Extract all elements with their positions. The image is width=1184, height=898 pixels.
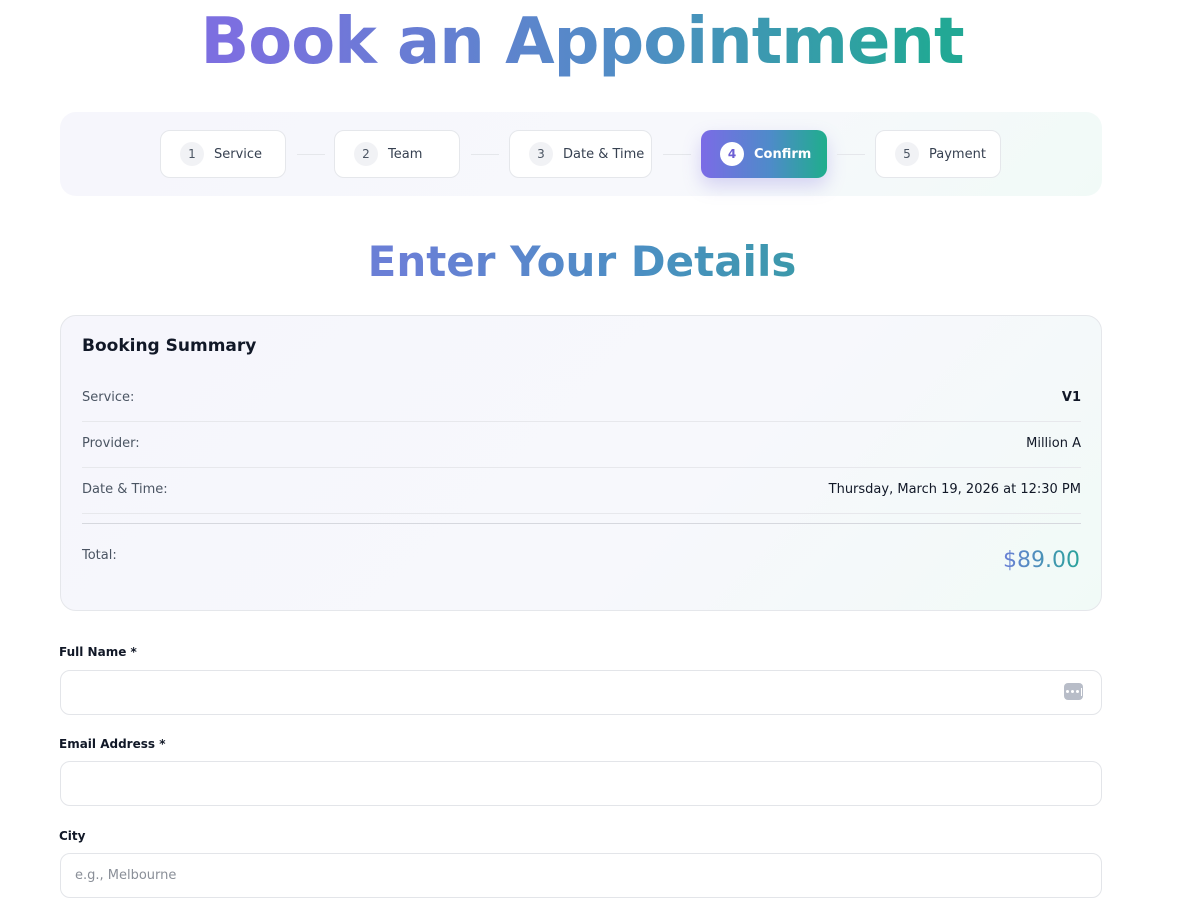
- summary-title: Booking Summary: [82, 336, 257, 356]
- summary-row-date-time: Date & Time: Thursday, March 19, 2026 at…: [82, 468, 1081, 514]
- email-label: Email Address *: [59, 737, 166, 751]
- step-team[interactable]: 2 Team: [334, 130, 460, 178]
- step-label: Service: [214, 146, 263, 162]
- step-number: 1: [180, 142, 204, 166]
- password-manager-icon[interactable]: [1064, 683, 1083, 700]
- booking-stepper: 1 Service 2 Team 3 Date & Time 4 Confirm…: [60, 112, 1102, 196]
- summary-row-label: Service:: [82, 390, 135, 405]
- summary-row-service: Service: V1: [82, 376, 1081, 422]
- step-service[interactable]: 1 Service: [160, 130, 286, 178]
- total-value: $89.00: [1003, 548, 1080, 573]
- step-number: 2: [354, 142, 378, 166]
- step-number: 4: [720, 142, 744, 166]
- summary-row-provider: Provider: Million A: [82, 422, 1081, 468]
- step-connector: [297, 154, 325, 155]
- step-number: 5: [895, 142, 919, 166]
- booking-summary-card: Booking Summary Service: V1 Provider: Mi…: [60, 315, 1102, 611]
- step-confirm[interactable]: 4 Confirm: [701, 130, 827, 178]
- page-title: Book an Appointment: [0, 2, 1164, 82]
- step-payment[interactable]: 5 Payment: [875, 130, 1001, 178]
- summary-row-value: V1: [1061, 390, 1081, 405]
- step-date-time[interactable]: 3 Date & Time: [509, 130, 652, 178]
- total-label: Total:: [82, 548, 117, 563]
- step-label: Confirm: [754, 146, 812, 162]
- section-title: Enter Your Details: [0, 234, 1164, 290]
- step-label: Date & Time: [563, 146, 645, 162]
- summary-row-value: Million A: [1026, 436, 1081, 451]
- step-connector: [471, 154, 499, 155]
- step-connector: [837, 154, 865, 155]
- city-input[interactable]: [60, 853, 1102, 898]
- step-label: Payment: [929, 146, 986, 162]
- total-divider: [82, 523, 1081, 524]
- summary-row-label: Provider:: [82, 436, 140, 451]
- step-connector: [663, 154, 691, 155]
- full-name-input[interactable]: [60, 670, 1102, 715]
- summary-row-label: Date & Time:: [82, 482, 168, 497]
- email-input[interactable]: [60, 761, 1102, 806]
- full-name-label: Full Name *: [59, 645, 137, 659]
- step-number: 3: [529, 142, 553, 166]
- summary-row-value: Thursday, March 19, 2026 at 12:30 PM: [828, 482, 1081, 497]
- step-label: Team: [388, 146, 423, 162]
- city-label: City: [59, 829, 86, 843]
